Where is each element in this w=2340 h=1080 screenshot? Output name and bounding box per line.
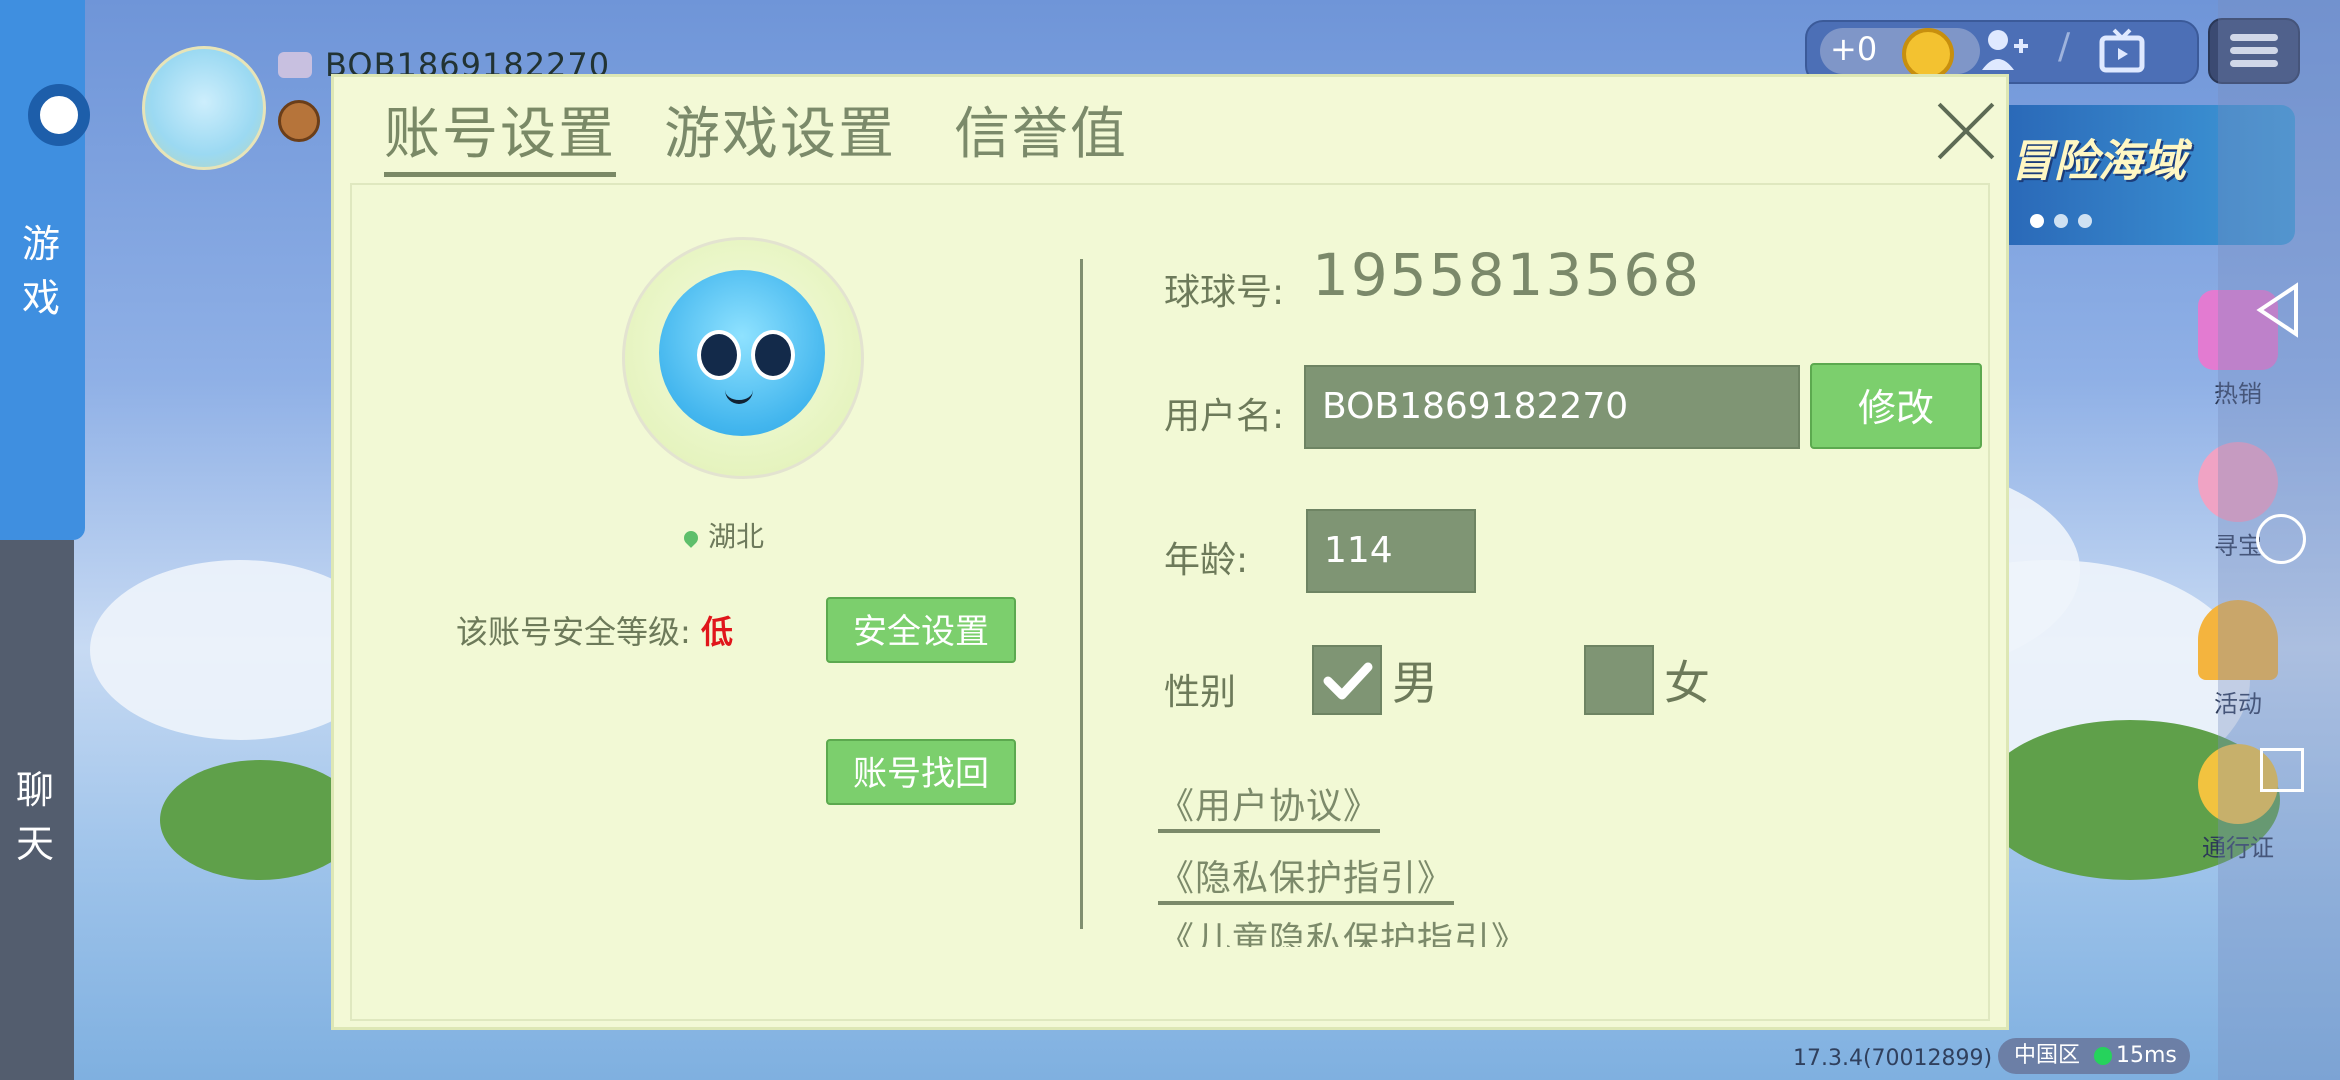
close-icon[interactable]: [1934, 97, 2000, 163]
chat-tab[interactable]: 聊 天: [0, 540, 74, 1080]
recent-apps-icon[interactable]: [2260, 748, 2304, 792]
island: [160, 760, 360, 880]
male-checkbox[interactable]: [1312, 645, 1382, 715]
user-agreement-link[interactable]: 《用户协议》: [1158, 777, 1381, 833]
children-privacy-clip: 《儿童隐私保护指引》: [1158, 919, 1598, 947]
privacy-policy-link[interactable]: 《隐私保护指引》: [1158, 849, 1455, 905]
gender-label: 性别: [1164, 672, 1237, 713]
avatar[interactable]: [142, 46, 266, 170]
account-settings-dialog: 账号设置 游戏设置 信誉值 湖北 该账号安全等级: 低 安全设置 账号找回 球球…: [331, 74, 2009, 1030]
chat-tab-label-1: 聊: [15, 768, 54, 812]
banner-title: 冒险海域: [2010, 136, 2186, 187]
tab-account-settings[interactable]: 账号设置: [384, 89, 616, 177]
status-indicator: [28, 84, 90, 146]
location-pin-icon: [681, 528, 701, 548]
coin-icon: [1902, 28, 1954, 80]
female-label: 女: [1664, 656, 1710, 710]
security-level-value: 低: [700, 613, 733, 651]
game-tab-label-2: 戏: [21, 276, 60, 320]
account-panel: 湖北 该账号安全等级: 低 安全设置 账号找回 球球号: 1955813568 …: [350, 183, 1990, 1021]
divider: [1080, 259, 1083, 929]
modify-username-button[interactable]: 修改: [1810, 363, 1982, 449]
account-recovery-button[interactable]: 账号找回: [826, 739, 1016, 805]
tab-reputation[interactable]: 信誉值: [954, 89, 1128, 170]
home-icon[interactable]: [2256, 514, 2306, 564]
diamond-icon: [278, 52, 312, 78]
banner-pager: [2030, 213, 2102, 232]
age-field[interactable]: 114: [1306, 509, 1476, 593]
security-settings-button[interactable]: 安全设置: [826, 597, 1016, 663]
signal-dot-icon: [2094, 1047, 2112, 1065]
username-label: 用户名:: [1164, 396, 1285, 437]
game-tab[interactable]: 游 戏: [0, 0, 90, 540]
location: 湖北: [681, 515, 765, 555]
avatar-character: [659, 270, 825, 436]
security-label-text: 该账号安全等级:: [456, 613, 691, 651]
version-text: 17.3.4(70012899): [1793, 1046, 1993, 1071]
location-text: 湖北: [708, 520, 765, 553]
security-level-label: 该账号安全等级: 低: [456, 607, 733, 653]
add-friend-icon[interactable]: [1980, 26, 2030, 76]
female-checkbox[interactable]: [1584, 645, 1654, 715]
qq-number-label: 球球号:: [1164, 272, 1285, 313]
ping-value: 15ms: [2116, 1043, 2177, 1068]
age-label: 年龄:: [1164, 540, 1249, 581]
profile-avatar[interactable]: [622, 237, 864, 479]
tab-game-settings[interactable]: 游戏设置: [664, 89, 896, 170]
children-privacy-link[interactable]: 《儿童隐私保护指引》: [1158, 919, 1528, 947]
separator: /: [2058, 26, 2071, 67]
rank-medal-icon: [278, 100, 320, 142]
back-icon[interactable]: [2256, 282, 2300, 348]
coin-count: +0: [1830, 30, 1878, 68]
game-tab-label-1: 游: [21, 222, 60, 266]
username-field[interactable]: BOB1869182270: [1304, 365, 1800, 449]
qq-number-value: 1955813568: [1312, 241, 1702, 309]
server-status: 中国区 15ms: [1998, 1038, 2190, 1074]
male-label: 男: [1392, 656, 1438, 710]
tv-icon[interactable]: [2098, 26, 2146, 74]
server-region: 中国区: [2014, 1043, 2081, 1068]
chat-tab-label-2: 天: [15, 822, 54, 866]
